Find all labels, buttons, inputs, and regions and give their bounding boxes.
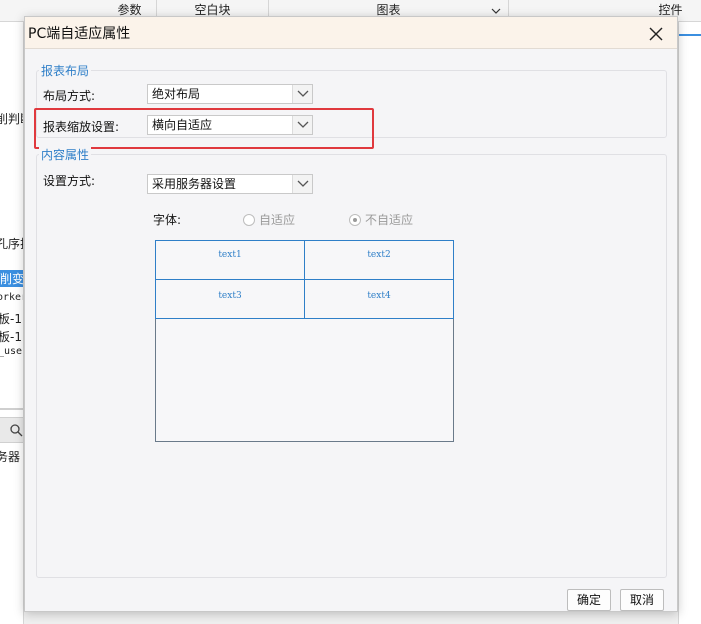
- font-adaptive-radio[interactable]: 自适应: [243, 211, 295, 228]
- cancel-button[interactable]: 取消: [620, 589, 664, 611]
- left-fragment: 板-1: [0, 312, 22, 326]
- setting-mode-value: 采用服务器设置: [152, 177, 237, 191]
- layout-mode-label: 布局方式:: [43, 89, 96, 103]
- tab-chart-label: 图表: [376, 3, 401, 17]
- font-non-adaptive-radio[interactable]: 不自适应: [349, 211, 413, 228]
- setting-mode-dropdown-arrow[interactable]: [292, 175, 312, 193]
- layout-mode-select[interactable]: 绝对布局: [147, 84, 313, 104]
- content-properties-group-label: 内容属性: [39, 146, 92, 163]
- chevron-down-icon: [297, 180, 309, 187]
- left-icon-row: [0, 417, 23, 443]
- left-fragment-selected[interactable]: 削变色: [0, 270, 23, 287]
- close-icon: [649, 27, 663, 41]
- right-accent-strip: [679, 34, 701, 40]
- radio-unchecked-icon: [243, 213, 255, 226]
- setting-mode-label: 设置方式:: [43, 174, 96, 188]
- chevron-down-icon: [297, 90, 309, 97]
- panel-divider: [0, 408, 23, 410]
- setting-mode-select[interactable]: 采用服务器设置: [147, 174, 313, 194]
- preview-cell: text1: [155, 240, 305, 280]
- dialog-title: PC端自适应属性: [28, 26, 131, 42]
- background-right-panel: [678, 22, 701, 624]
- font-adaptive-label: 自适应: [259, 213, 296, 227]
- left-fragment: _use: [0, 346, 23, 357]
- font-label: 字体:: [153, 213, 182, 227]
- report-layout-group-label: 报表布局: [39, 62, 92, 79]
- background-left-panel: 削判断 孔序排 削变色 orker 板-1 板-1 _use 务器: [0, 22, 24, 624]
- preview-cell: text4: [304, 279, 454, 319]
- left-fragment: 务器: [0, 450, 21, 464]
- ok-button[interactable]: 确定: [567, 589, 611, 611]
- font-non-adaptive-label: 不自适应: [365, 213, 414, 227]
- close-button[interactable]: [645, 23, 667, 45]
- left-fragment: orker: [0, 292, 23, 303]
- left-fragment: 孔序排: [0, 237, 23, 251]
- search-icon[interactable]: [9, 423, 23, 437]
- pc-adaptive-properties-dialog: PC端自适应属性 报表布局 布局方式: 绝对布局 报表缩放设置: 横向自适应 内…: [24, 16, 678, 612]
- layout-mode-value: 绝对布局: [152, 87, 201, 101]
- font-preview-table: text1 text2 text3 text4: [155, 240, 454, 442]
- chevron-down-icon: [491, 8, 501, 14]
- preview-cell: text2: [304, 240, 454, 280]
- left-fragment: 板-1: [0, 330, 22, 344]
- layout-mode-dropdown-arrow[interactable]: [292, 85, 312, 103]
- preview-cell: text3: [155, 279, 305, 319]
- radio-checked-icon: [349, 213, 361, 226]
- highlight-annotation-box: [34, 108, 374, 149]
- dialog-title-bar: PC端自适应属性: [25, 17, 677, 49]
- left-fragment: 削判断: [0, 112, 23, 126]
